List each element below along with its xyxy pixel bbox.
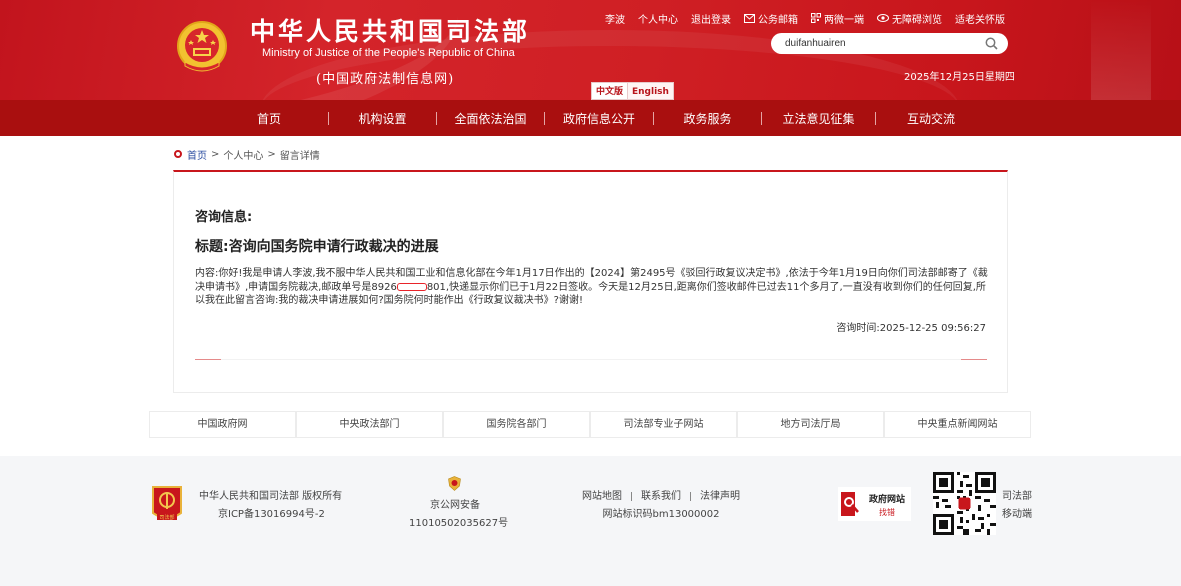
footer-link-separator — [690, 491, 691, 501]
lang-en-button[interactable]: English — [627, 82, 674, 100]
message-detail-card: 咨询信息: 标题:咨询向国务院申请行政裁决的进展 内容:你好!我是申请人李波,我… — [173, 170, 1008, 393]
nav-item-services[interactable]: 政务服务 — [654, 110, 761, 127]
redaction-mark — [396, 282, 427, 291]
footer-sitemap-link[interactable]: 网站地图 — [582, 491, 622, 502]
qr-label-line1: 司法部 — [1002, 491, 1032, 502]
link-gov-cn[interactable]: 中国政府网 — [149, 411, 296, 438]
breadcrumb-current: 留言详情 — [279, 150, 320, 162]
footer-police-block: 京公网安备 11010502035627号 — [409, 497, 508, 533]
divider-accent-right — [961, 359, 987, 360]
search-box — [771, 33, 1008, 54]
current-date: 2025年12月25日星期四 — [904, 72, 1015, 83]
accessible-label: 无障碍浏览 — [892, 14, 942, 26]
breadcrumb-separator: > — [211, 148, 220, 160]
location-dot-icon — [174, 150, 182, 158]
consult-time-label: 咨询时间: — [836, 323, 880, 334]
mail-icon — [744, 13, 755, 23]
related-links-bar: 中国政府网 中央政法部门 国务院各部门 司法部专业子网站 地方司法厅局 中央重点… — [149, 411, 1031, 438]
qr-label-block: 司法部 移动端 — [1002, 488, 1032, 524]
link-local-justice-bureaus[interactable]: 地方司法厅局 — [737, 411, 884, 438]
main-nav: 首页 机构设置 全面依法治国 政府信息公开 政务服务 立法意见征集 互动交流 — [0, 100, 1181, 136]
consult-time-value: 2025-12-25 09:56:27 — [879, 323, 986, 334]
breadcrumb: 首页 > 个人中心 > 留言详情 — [174, 147, 320, 162]
site-header: 中华人民共和国司法部 Ministry of Justice of the Pe… — [0, 0, 1181, 100]
footer-police-title[interactable]: 京公网安备 — [409, 497, 501, 515]
top-links: 李波 个人中心 退出登录 公务邮箱 两微一端 无障碍浏览 适老关怀版 — [605, 11, 1018, 26]
site-subtitle: (中国政府法制信息网) — [316, 72, 455, 87]
weibo-weixin-label: 两微一端 — [824, 14, 864, 26]
logout-link[interactable]: 退出登录 — [691, 11, 731, 26]
link-moj-sub-sites[interactable]: 司法部专业子网站 — [590, 411, 737, 438]
site-title-en: Ministry of Justice of the People's Repu… — [262, 47, 515, 59]
footer-icp[interactable]: 京ICP备13016994号-2 — [199, 506, 342, 524]
footer-copyright-block: 中华人民共和国司法部 版权所有 京ICP备13016994号-2 — [199, 488, 342, 524]
divider-accent-left — [195, 359, 221, 360]
breadcrumb-home[interactable]: 首页 — [187, 147, 207, 162]
gov-site-error-report-icon[interactable]: 政府网站 找错 — [838, 487, 911, 521]
site-title-cn[interactable]: 中华人民共和国司法部 — [250, 12, 530, 48]
nav-item-home[interactable]: 首页 — [210, 110, 328, 127]
mail-link[interactable]: 公务邮箱 — [744, 11, 798, 26]
footer-site-code: 网站标识码bm13000002 — [602, 509, 720, 520]
jiucuo-line2: 找错 — [879, 507, 895, 517]
footer-police-no[interactable]: 11010502035627号 — [409, 515, 508, 533]
link-state-council-depts[interactable]: 国务院各部门 — [443, 411, 590, 438]
mail-link-label: 公务邮箱 — [758, 14, 798, 26]
footer-contact-link[interactable]: 联系我们 — [641, 491, 681, 502]
consult-label: 咨询信息: — [195, 210, 253, 225]
footer-copyright: 中华人民共和国司法部 版权所有 — [199, 491, 343, 502]
footer-links-block: 网站地图 联系我们 法律声明 网站标识码bm13000002 — [578, 488, 744, 524]
header-monument-graphic — [1091, 0, 1151, 100]
badge-text: 司法部 — [159, 514, 174, 521]
party-badge-icon[interactable]: 司法部 — [150, 483, 184, 525]
consult-content: 内容:你好!我是申请人李波,我不服中华人民共和国工业和信息化部在今年1月17日作… — [195, 267, 990, 308]
nav-item-rule-of-law[interactable]: 全面依法治国 — [437, 110, 544, 127]
breadcrumb-separator: > — [267, 148, 276, 160]
jiucuo-line1: 政府网站 — [869, 493, 905, 505]
nav-item-interaction[interactable]: 互动交流 — [876, 110, 986, 127]
consult-time: 咨询时间:2025-12-25 09:56:27 — [836, 319, 986, 334]
qr-label-line2: 移动端 — [1002, 509, 1032, 520]
footer-legal-link[interactable]: 法律声明 — [700, 491, 740, 502]
nav-item-organization[interactable]: 机构设置 — [329, 110, 436, 127]
search-icon[interactable] — [985, 37, 998, 50]
national-emblem-icon[interactable] — [175, 20, 229, 76]
eye-icon — [877, 14, 889, 22]
nav-item-legislation[interactable]: 立法意见征集 — [762, 110, 875, 127]
link-central-political-legal[interactable]: 中央政法部门 — [296, 411, 443, 438]
nav-item-gov-info[interactable]: 政府信息公开 — [545, 110, 653, 127]
lang-cn-button[interactable]: 中文版 — [591, 82, 629, 100]
link-central-news-sites[interactable]: 中央重点新闻网站 — [884, 411, 1031, 438]
search-input[interactable] — [785, 36, 975, 51]
user-name-link[interactable]: 李波 — [605, 11, 625, 26]
card-divider — [195, 359, 987, 360]
qr-code-icon — [811, 13, 821, 23]
breadcrumb-personal[interactable]: 个人中心 — [223, 147, 263, 162]
footer-link-separator — [631, 491, 632, 501]
weibo-weixin-link[interactable]: 两微一端 — [811, 11, 864, 26]
consult-title: 标题:咨询向国务院申请行政裁决的进展 — [195, 239, 439, 255]
personal-center-link[interactable]: 个人中心 — [638, 11, 678, 26]
accessible-link[interactable]: 无障碍浏览 — [877, 11, 942, 26]
elder-mode-link[interactable]: 适老关怀版 — [955, 11, 1005, 26]
police-badge-icon — [448, 476, 461, 491]
mobile-qr-code[interactable] — [933, 472, 996, 535]
